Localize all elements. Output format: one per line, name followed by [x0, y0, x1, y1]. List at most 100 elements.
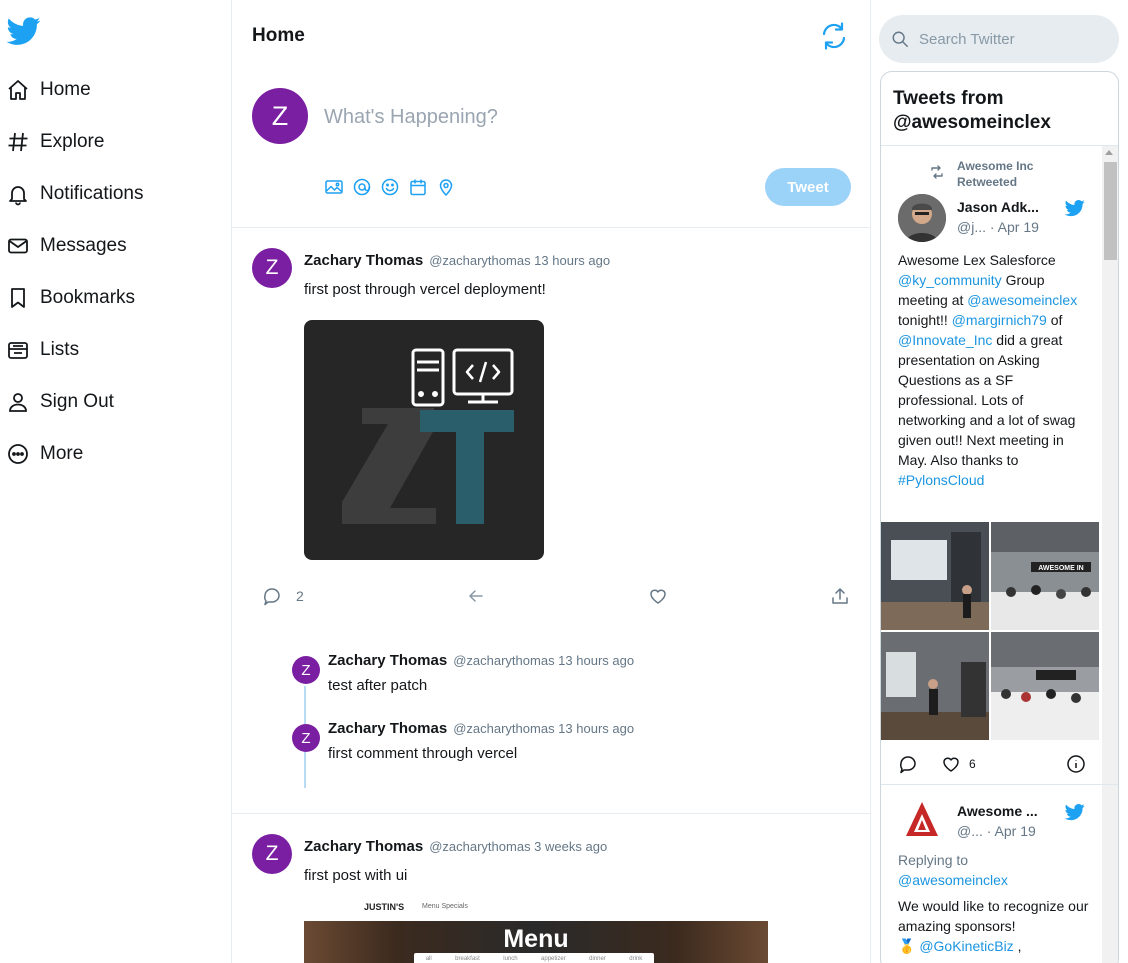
tweet-photo[interactable]: [881, 522, 989, 630]
tweet-handle-date: @j... · Apr 19: [957, 219, 1039, 235]
nav-explore[interactable]: Explore: [6, 124, 104, 160]
reply-meta: @zacharythomas 13 hours ago: [453, 721, 635, 736]
tweet-text: ,: [1013, 938, 1022, 954]
nav-sign-out-label: Sign Out: [40, 391, 114, 412]
menu-tab: all: [425, 956, 432, 962]
reply-text: first comment through vercel: [328, 745, 518, 762]
reply-action[interactable]: 2: [262, 586, 304, 606]
compose-input[interactable]: [324, 106, 824, 129]
menu-brand: JUSTIN'S: [364, 902, 405, 912]
arrow-left-icon: [466, 586, 486, 606]
nav-more-label: More: [40, 443, 84, 464]
nav-messages[interactable]: Messages: [6, 228, 127, 264]
nav-messages-label: Messages: [40, 235, 127, 256]
post-image[interactable]: [304, 320, 544, 560]
search-input[interactable]: [919, 30, 1089, 48]
tweet-avatar[interactable]: [898, 796, 946, 844]
search-box[interactable]: [879, 15, 1119, 63]
reply-author[interactable]: Zachary Thomas: [328, 720, 447, 737]
scroll-up-icon[interactable]: [1105, 150, 1113, 155]
bell-icon: [6, 182, 30, 206]
share-action[interactable]: [830, 586, 850, 606]
post-avatar: Z: [252, 248, 292, 288]
tweet-photo[interactable]: [881, 632, 989, 740]
list-icon: [6, 338, 30, 362]
tweet-avatar[interactable]: [898, 194, 946, 242]
tweet-info-action[interactable]: [1066, 754, 1086, 774]
compose-avatar: Z: [252, 88, 308, 144]
back-action[interactable]: [466, 586, 486, 606]
reply-avatar: Z: [292, 724, 320, 752]
refresh-icon[interactable]: [818, 20, 850, 52]
post-header: Zachary Thomas @zacharythomas 3 weeks ago: [304, 838, 607, 855]
post-text: first post with ui: [304, 867, 408, 884]
divider: [881, 784, 1118, 785]
user-icon: [6, 390, 30, 414]
retweet-icon: [929, 164, 945, 180]
tweet-author[interactable]: Jason Adk...: [957, 199, 1039, 215]
reply-count: 2: [296, 588, 304, 604]
post-text: first post through vercel deployment!: [304, 281, 546, 298]
nav-bookmarks[interactable]: Bookmarks: [6, 280, 135, 316]
hashtag-link[interactable]: #PylonsCloud: [898, 472, 984, 488]
nav-notifications[interactable]: Notifications: [6, 176, 144, 212]
menu-image-header: JUSTIN'S Menu Specials: [304, 895, 768, 921]
compose-toolbar: [324, 177, 456, 197]
tweet-handle[interactable]: @j...: [957, 219, 986, 235]
mention-link[interactable]: @awesomeinclex: [898, 872, 1008, 888]
mention-link[interactable]: @ky_community: [898, 272, 1002, 288]
twitter-bird-icon[interactable]: [1065, 802, 1085, 822]
more-icon: [6, 442, 30, 466]
mention-link[interactable]: @GoKineticBiz: [919, 938, 1013, 954]
search-icon: [891, 30, 909, 48]
scrollbar-track[interactable]: [1102, 146, 1118, 963]
tweet-body: We would like to recognize our amazing s…: [898, 896, 1093, 956]
reply-meta: @zacharythomas 13 hours ago: [453, 653, 635, 668]
post-meta: @zacharythomas 3 weeks ago: [429, 839, 608, 854]
twitter-logo-icon[interactable]: [7, 14, 41, 48]
emoji-icon[interactable]: [380, 177, 400, 197]
share-icon: [830, 586, 850, 606]
mention-link[interactable]: @awesomeinclex: [967, 292, 1077, 308]
reply-header: Zachary Thomas @zacharythomas 13 hours ag…: [328, 720, 634, 737]
tweet-reply-action[interactable]: [898, 754, 918, 774]
post-image[interactable]: JUSTIN'S Menu Specials Menu all breakfas…: [304, 895, 768, 963]
tweet-text: Awesome Lex Salesforce: [898, 252, 1056, 268]
twitter-bird-icon[interactable]: [1065, 198, 1085, 218]
tweet-author[interactable]: Awesome ...: [957, 803, 1038, 819]
nav-sign-out[interactable]: Sign Out: [6, 384, 114, 420]
nav-home[interactable]: Home: [6, 72, 91, 108]
like-action[interactable]: [648, 586, 668, 606]
image-icon[interactable]: [324, 177, 344, 197]
scrollbar-thumb[interactable]: [1104, 162, 1117, 260]
post-author[interactable]: Zachary Thomas: [304, 252, 423, 269]
left-sidebar: Home Explore Notifications Messages Book…: [0, 0, 232, 963]
tweet-like-action[interactable]: 6: [941, 754, 976, 774]
tweet-handle-date: @... · Apr 19: [957, 823, 1036, 839]
post-author[interactable]: Zachary Thomas: [304, 838, 423, 855]
reply-author[interactable]: Zachary Thomas: [328, 652, 447, 669]
location-icon[interactable]: [436, 177, 456, 197]
mention-link[interactable]: @margirnich79: [952, 312, 1047, 328]
nav-more[interactable]: More: [6, 436, 83, 472]
tweet-button[interactable]: Tweet: [765, 168, 851, 206]
post-meta: @zacharythomas 13 hours ago: [429, 253, 611, 268]
tweet-text: We would like to recognize our amazing s…: [898, 898, 1089, 934]
tweet-date[interactable]: · Apr 19: [990, 219, 1039, 235]
menu-tab: dinner: [589, 956, 606, 962]
mention-link[interactable]: @Innovate_Inc: [898, 332, 992, 348]
menu-tabs: all breakfast lunch appetizer dinner dri…: [414, 953, 654, 963]
tweet-date[interactable]: · Apr 19: [987, 823, 1036, 839]
gif-icon[interactable]: [352, 177, 372, 197]
nav-bookmarks-label: Bookmarks: [40, 287, 136, 308]
nav-lists[interactable]: Lists: [6, 332, 79, 368]
tweet-photo[interactable]: [991, 632, 1099, 740]
menu-title: Menu: [503, 925, 569, 953]
retweet-label: Awesome Inc Retweeted: [957, 159, 1034, 189]
nav-home-label: Home: [40, 79, 91, 100]
tweet-text: did a great presentation on Asking Quest…: [898, 332, 1076, 468]
tweet-handle[interactable]: @...: [957, 823, 983, 839]
schedule-icon[interactable]: [408, 177, 428, 197]
post-header: Zachary Thomas @zacharythomas 13 hours ag…: [304, 252, 610, 269]
tweet-photo[interactable]: AWESOME IN: [991, 522, 1099, 630]
